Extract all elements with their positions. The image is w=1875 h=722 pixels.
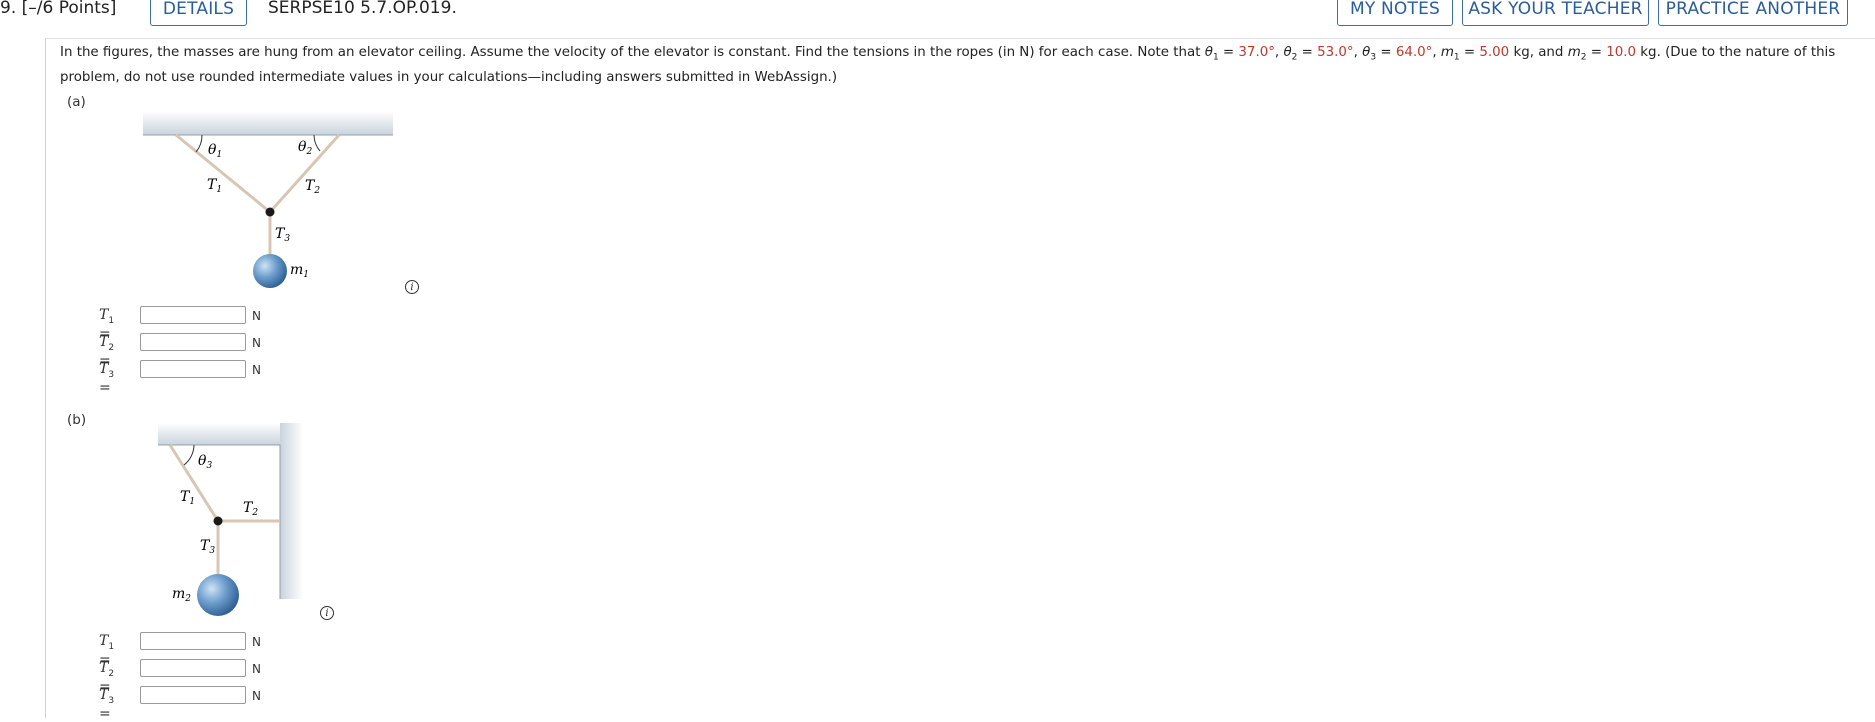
question-header: 9. [–/6 Points] DETAILS SERPSE10 5.7.OP.… — [0, 0, 1875, 30]
knot-b — [213, 516, 223, 526]
info-icon-b[interactable]: i — [320, 606, 334, 620]
theta2-value: 53.0° — [1317, 45, 1354, 60]
my-notes-button[interactable]: MY NOTES — [1337, 0, 1453, 26]
problem-code: SERPSE10 5.7.OP.019. — [268, 0, 457, 18]
theta1-label-a: θ1 — [208, 142, 222, 160]
question-number: 9. [–/6 Points] — [0, 0, 117, 18]
question-prompt: In the figures, the masses are hung from… — [60, 45, 1836, 85]
details-button[interactable]: DETAILS — [150, 0, 247, 26]
part-a-label: (a) — [67, 94, 86, 110]
practice-another-button[interactable]: PRACTICE ANOTHER — [1658, 0, 1848, 26]
answer-input-b-t2[interactable] — [140, 659, 246, 677]
mass-m2 — [197, 574, 239, 616]
t1-label-b: T1 — [180, 489, 195, 507]
unit-label: N — [252, 689, 261, 703]
figure-b: θ3 T1 T2 T3 m2 — [158, 423, 303, 616]
answer-input-b-t1[interactable] — [140, 632, 246, 650]
unit-label: N — [252, 363, 261, 377]
t2-label-b: T2 — [243, 500, 258, 518]
rope-t1-b — [168, 444, 220, 522]
answer-row-b-t2: T2 = N — [99, 659, 261, 695]
answer-row-b-t1: T1 = N — [99, 632, 261, 668]
knot-a — [265, 207, 275, 217]
part-b-label: (b) — [67, 412, 87, 428]
unit-label: N — [252, 662, 261, 676]
unit-label: N — [252, 635, 261, 649]
answer-input-a-t2[interactable] — [140, 333, 246, 351]
answer-row-a-t1: T1 = N — [99, 306, 261, 342]
theta3-label-b: θ3 — [198, 453, 212, 471]
theta3-value: 64.0° — [1395, 45, 1433, 60]
answer-input-a-t1[interactable] — [140, 306, 246, 324]
theta1-value: 37.0° — [1238, 45, 1275, 60]
m2-value: 10.0 — [1606, 45, 1637, 60]
wall-b — [280, 423, 303, 599]
ceiling-a — [143, 111, 393, 135]
answer-row-b-t3: T3 = N — [99, 686, 261, 722]
answer-row-a-t2: T2 = N — [99, 333, 261, 369]
info-icon-a[interactable]: i — [405, 280, 419, 294]
answer-row-a-t3: T3 = N — [99, 360, 261, 396]
mass-m1 — [253, 254, 287, 288]
m1-label-a: m1 — [290, 262, 309, 280]
figure-a: θ1 θ2 T1 T2 T3 m1 — [143, 111, 393, 288]
rope-t1-a — [175, 133, 271, 214]
ask-your-teacher-button[interactable]: ASK YOUR TEACHER — [1462, 0, 1649, 26]
unit-label: N — [252, 309, 261, 323]
m1-value: 5.00 — [1479, 45, 1510, 60]
unit-label: N — [252, 336, 261, 350]
theta2-label-a: θ2 — [298, 139, 312, 157]
m2-label-b: m2 — [172, 586, 191, 604]
answer-input-a-t3[interactable] — [140, 360, 246, 378]
t3-label-b: T3 — [200, 538, 215, 556]
prompt-text-1: In the figures, the masses are hung from… — [60, 45, 1205, 60]
t1-label-a: T1 — [207, 177, 222, 195]
answer-input-b-t3[interactable] — [140, 686, 246, 704]
t2-label-a: T2 — [305, 178, 320, 196]
t3-label-a: T3 — [275, 226, 290, 244]
